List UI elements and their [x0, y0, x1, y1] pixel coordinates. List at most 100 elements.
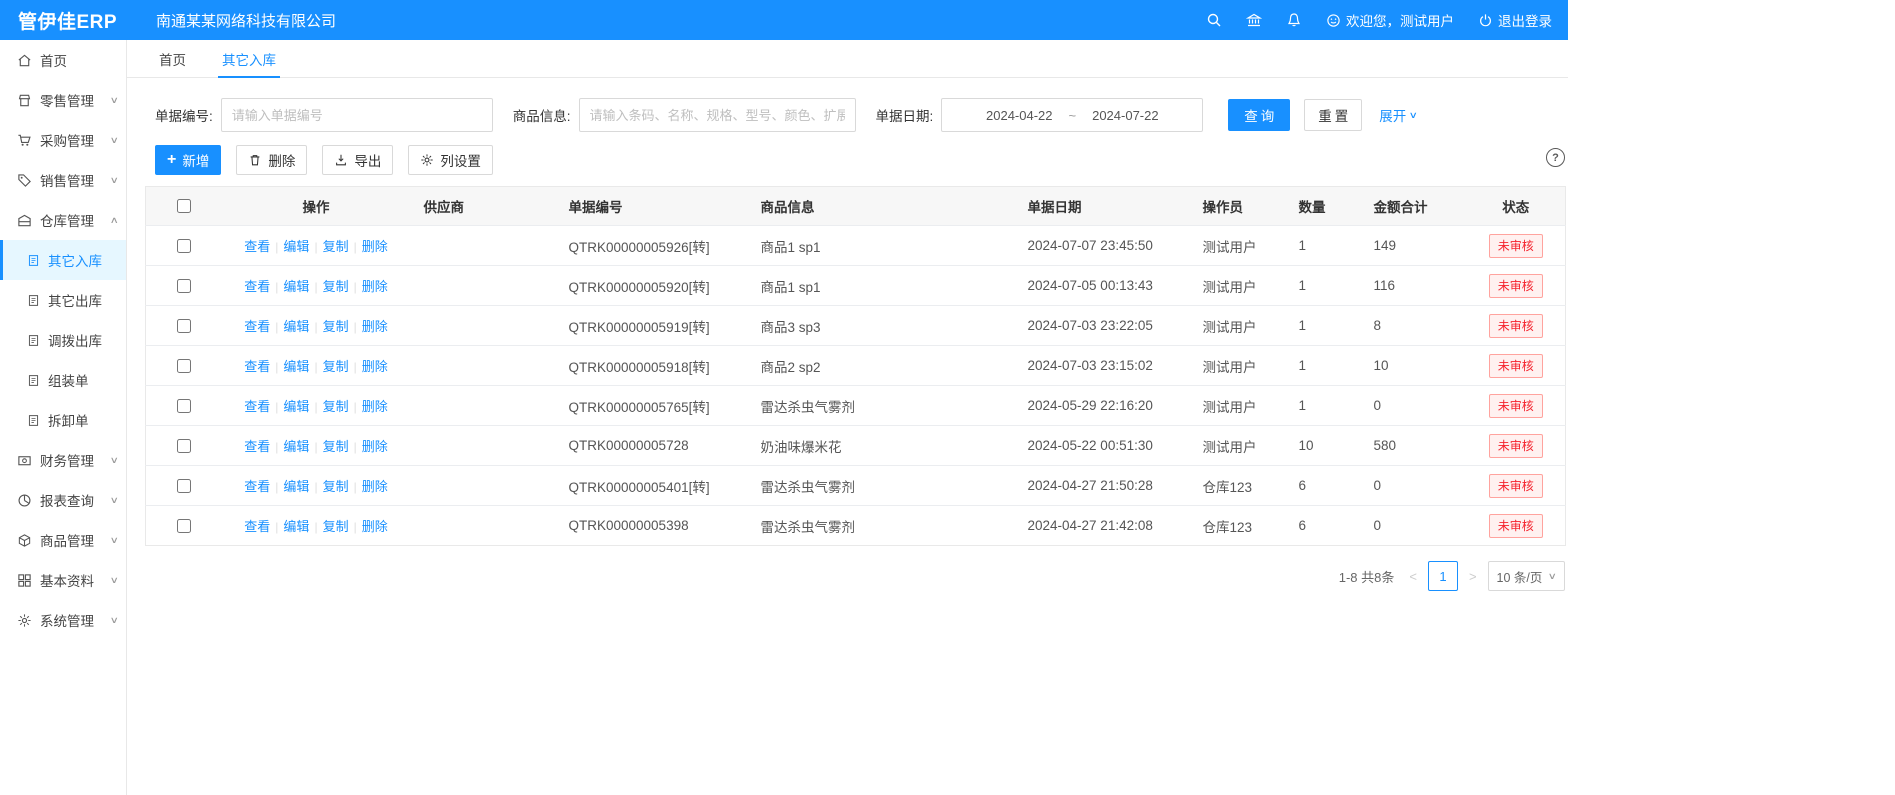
- action-view-link[interactable]: 查看: [244, 479, 270, 494]
- action-delete-link[interactable]: 删除: [362, 279, 388, 294]
- goods-icon: [17, 533, 32, 548]
- sidebar-item-assembly[interactable]: 组装单: [0, 360, 126, 400]
- export-button[interactable]: 导出: [322, 145, 393, 175]
- add-button[interactable]: + 新增: [155, 145, 221, 175]
- sidebar-item-home[interactable]: 首页: [0, 40, 126, 80]
- amount-cell: 580: [1362, 426, 1467, 466]
- next-page-icon[interactable]: >: [1466, 569, 1480, 584]
- status-cell: 未审核: [1467, 386, 1566, 426]
- supplier-cell: [412, 386, 557, 426]
- action-delete-link[interactable]: 删除: [362, 399, 388, 414]
- action-view-link[interactable]: 查看: [244, 279, 270, 294]
- sidebar-item-finance[interactable]: 财务管理∨: [0, 440, 126, 480]
- action-copy-link[interactable]: 复制: [323, 439, 349, 454]
- column-settings-button[interactable]: 列设置: [408, 145, 493, 175]
- tab-other-in[interactable]: 其它入库: [218, 40, 280, 77]
- page-number-button[interactable]: 1: [1428, 561, 1458, 591]
- action-edit-link[interactable]: 编辑: [283, 519, 309, 534]
- reset-button[interactable]: 重置: [1304, 99, 1362, 131]
- row-checkbox[interactable]: [177, 359, 191, 373]
- bank-icon[interactable]: [1246, 12, 1262, 28]
- sidebar-item-warehouse[interactable]: 仓库管理∧: [0, 200, 126, 240]
- action-copy-link[interactable]: 复制: [323, 479, 349, 494]
- action-view-link[interactable]: 查看: [244, 359, 270, 374]
- action-view-link[interactable]: 查看: [244, 519, 270, 534]
- action-view-link[interactable]: 查看: [244, 239, 270, 254]
- amount-cell: 149: [1362, 226, 1467, 266]
- action-delete-link[interactable]: 删除: [362, 519, 388, 534]
- sidebar-item-retail[interactable]: 零售管理∨: [0, 80, 126, 120]
- page-size-select[interactable]: 10 条/页 ∨: [1488, 561, 1565, 591]
- date-cell: 2024-07-03 23:15:02: [1016, 346, 1191, 386]
- sidebar-item-label: 采购管理: [40, 130, 111, 150]
- action-copy-link[interactable]: 复制: [323, 399, 349, 414]
- date-range-picker[interactable]: 2024-04-22 ~ 2024-07-22: [941, 98, 1203, 132]
- row-checkbox[interactable]: [177, 279, 191, 293]
- prev-page-icon[interactable]: <: [1406, 569, 1420, 584]
- qty-cell: 1: [1287, 346, 1362, 386]
- bell-icon[interactable]: [1286, 12, 1302, 28]
- sidebar-item-report[interactable]: 报表查询∨: [0, 480, 126, 520]
- bill-no-cell: QTRK00000005401[转]: [557, 466, 749, 506]
- smiley-icon: [1326, 13, 1341, 28]
- sidebar-item-other-out[interactable]: 其它出库: [0, 280, 126, 320]
- action-edit-link[interactable]: 编辑: [283, 439, 309, 454]
- product-info-input[interactable]: [579, 98, 856, 132]
- action-copy-link[interactable]: 复制: [323, 239, 349, 254]
- expand-link[interactable]: 展开 ∨: [1379, 105, 1417, 125]
- sidebar-item-goods[interactable]: 商品管理∨: [0, 520, 126, 560]
- delete-button[interactable]: 删除: [236, 145, 307, 175]
- row-checkbox[interactable]: [177, 519, 191, 533]
- action-edit-link[interactable]: 编辑: [283, 319, 309, 334]
- home-icon: [17, 53, 32, 68]
- action-edit-link[interactable]: 编辑: [283, 239, 309, 254]
- bill-no-cell: QTRK00000005926[转]: [557, 226, 749, 266]
- bill-no-cell: QTRK00000005398: [557, 506, 749, 546]
- action-divider: |: [275, 440, 278, 454]
- sidebar-item-basic[interactable]: 基本资料∨: [0, 560, 126, 600]
- row-checkbox[interactable]: [177, 439, 191, 453]
- sidebar-item-other-in[interactable]: 其它入库: [0, 240, 126, 280]
- action-delete-link[interactable]: 删除: [362, 359, 388, 374]
- action-copy-link[interactable]: 复制: [323, 359, 349, 374]
- action-view-link[interactable]: 查看: [244, 399, 270, 414]
- status-cell: 未审核: [1467, 426, 1566, 466]
- sidebar-item-disassembly[interactable]: 拆卸单: [0, 400, 126, 440]
- status-cell: 未审核: [1467, 346, 1566, 386]
- row-select-cell: [146, 466, 221, 506]
- sidebar-item-sales[interactable]: 销售管理∨: [0, 160, 126, 200]
- bill-no-input[interactable]: [221, 98, 493, 132]
- trash-icon: [248, 153, 262, 167]
- action-copy-link[interactable]: 复制: [323, 319, 349, 334]
- search-icon[interactable]: [1206, 12, 1222, 28]
- logout-button[interactable]: 退出登录: [1478, 10, 1552, 30]
- action-copy-link[interactable]: 复制: [323, 519, 349, 534]
- operator-cell: 仓库123: [1191, 466, 1287, 506]
- row-checkbox[interactable]: [177, 399, 191, 413]
- action-delete-link[interactable]: 删除: [362, 239, 388, 254]
- qty-cell: 1: [1287, 386, 1362, 426]
- tab-home[interactable]: 首页: [155, 40, 190, 77]
- action-edit-link[interactable]: 编辑: [283, 279, 309, 294]
- action-divider: |: [354, 400, 357, 414]
- row-checkbox[interactable]: [177, 479, 191, 493]
- sidebar-item-transfer-out[interactable]: 调拨出库: [0, 320, 126, 360]
- welcome-user[interactable]: 欢迎您，测试用户: [1326, 10, 1454, 30]
- select-all-checkbox[interactable]: [177, 199, 191, 213]
- row-checkbox[interactable]: [177, 319, 191, 333]
- action-copy-link[interactable]: 复制: [323, 279, 349, 294]
- action-edit-link[interactable]: 编辑: [283, 359, 309, 374]
- table-row: 查看|编辑|复制|删除QTRK00000005926[转]商品1 sp12024…: [146, 226, 1566, 266]
- row-checkbox[interactable]: [177, 239, 191, 253]
- sidebar-item-purchase[interactable]: 采购管理∨: [0, 120, 126, 160]
- search-button[interactable]: 查询: [1228, 99, 1290, 131]
- action-edit-link[interactable]: 编辑: [283, 399, 309, 414]
- sidebar-item-system[interactable]: 系统管理∨: [0, 600, 126, 640]
- action-view-link[interactable]: 查看: [244, 439, 270, 454]
- action-delete-link[interactable]: 删除: [362, 319, 388, 334]
- action-delete-link[interactable]: 删除: [362, 479, 388, 494]
- help-icon[interactable]: ?: [1546, 148, 1565, 167]
- action-edit-link[interactable]: 编辑: [283, 479, 309, 494]
- action-delete-link[interactable]: 删除: [362, 439, 388, 454]
- action-view-link[interactable]: 查看: [244, 319, 270, 334]
